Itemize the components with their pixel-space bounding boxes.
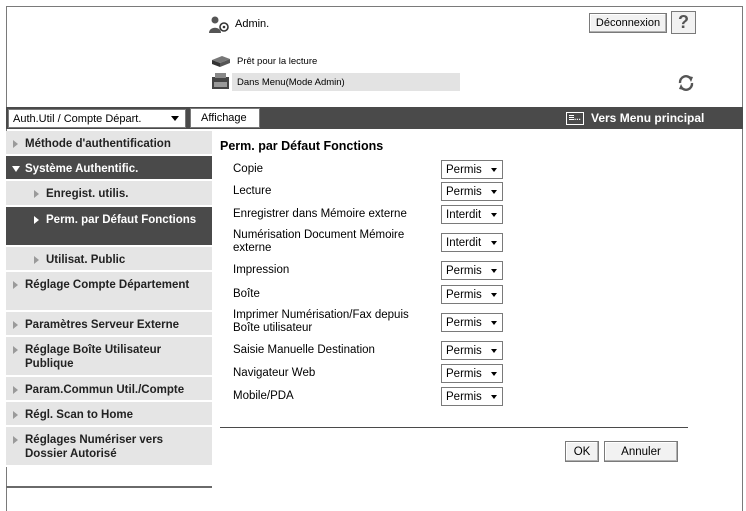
chevron-right-icon (13, 321, 18, 329)
chevron-down-icon (491, 241, 497, 245)
perm-label-scan-external-memory: Numérisation Document Mémoire externe (233, 229, 405, 254)
sidebar-item-label: Utilisat. Public (46, 254, 126, 266)
sidebar-item-scan-to-authorized-folder[interactable]: Réglages Numériser vers Dossier Autorisé (6, 427, 212, 467)
chevron-right-icon (13, 386, 18, 394)
chevron-right-icon (34, 216, 39, 224)
scanner-icon (209, 51, 233, 71)
sidebar-item-label: Paramètres Serveur Externe (25, 319, 180, 331)
sidebar-divider (6, 486, 212, 488)
chevron-down-icon (491, 213, 497, 217)
chevron-down-icon (171, 116, 179, 121)
perm-select-web-browser[interactable]: Permis (441, 364, 503, 383)
menu-status: Dans Menu(Mode Admin) (209, 72, 345, 92)
printer-icon (209, 72, 233, 92)
sidebar-item-label: Enregist. utilis. (46, 188, 129, 200)
perm-select-value: Permis (446, 288, 482, 301)
chevron-down-icon (491, 372, 497, 376)
menu-status-text: Dans Menu(Mode Admin) (237, 76, 345, 88)
sidebar-item-public-user[interactable]: Utilisat. Public (6, 247, 212, 272)
admin-indicator: Admin. (207, 14, 269, 34)
main-menu-icon (566, 111, 584, 125)
perm-label-print-scan-fax-box: Imprimer Numérisation/Fax depuis Boîte u… (233, 309, 409, 334)
logout-button[interactable]: Déconnexion (589, 13, 667, 33)
sidebar-item-account-track[interactable]: Réglage Compte Département (6, 272, 212, 312)
sidebar-item-label: Système Authentific. (25, 163, 139, 175)
content-divider (220, 427, 688, 428)
sidebar-item-label: Méthode d'authentification (25, 138, 171, 150)
sidebar-item-label: Réglage Boîte Utilisateur Publique (25, 344, 162, 370)
perm-select-scan-external-memory[interactable]: Interdit (441, 233, 503, 252)
ready-status-text: Prêt pour la lecture (237, 55, 318, 67)
perm-select-value: Interdit (446, 236, 482, 249)
perm-select-copy[interactable]: Permis (441, 160, 503, 179)
perm-select-mobile-pda[interactable]: Permis (441, 387, 503, 406)
perm-select-manual-destination[interactable]: Permis (441, 341, 503, 360)
chevron-right-icon (13, 140, 18, 148)
sidebar-item-label: Réglage Compte Département (25, 279, 190, 291)
perm-select-value: Interdit (446, 208, 482, 221)
sidebar-item-common-settings[interactable]: Param.Commun Util./Compte (6, 377, 212, 402)
main-menu-link[interactable]: Vers Menu principal (566, 108, 704, 128)
sidebar-item-auth-system[interactable]: Système Authentific. (6, 156, 212, 181)
chevron-down-icon (491, 168, 497, 172)
admin-label: Admin. (235, 18, 270, 30)
refresh-button[interactable] (675, 72, 696, 93)
sidebar-item-scan-to-home[interactable]: Régl. Scan to Home (6, 402, 212, 427)
cancel-button[interactable]: Annuler (604, 441, 678, 462)
ready-status: Prêt pour la lecture (209, 51, 317, 71)
chevron-down-icon (491, 395, 497, 399)
perm-select-print[interactable]: Permis (441, 261, 503, 280)
sidebar-item-label: Régl. Scan to Home (25, 409, 133, 421)
perm-select-value: Permis (446, 163, 482, 176)
sidebar-item-label: Perm. par Défaut Fonctions (46, 214, 197, 226)
perm-select-read[interactable]: Permis (441, 182, 503, 201)
auth-mode-select[interactable]: Auth.Util / Compte Départ. (8, 109, 186, 128)
sidebar-item-auth-method[interactable]: Méthode d'authentification (6, 131, 212, 156)
chevron-down-icon (491, 321, 497, 325)
chevron-down-icon (12, 166, 20, 172)
auth-mode-value: Auth.Util / Compte Départ. (13, 112, 142, 125)
perm-select-value: Permis (446, 316, 482, 329)
page-title: Perm. par Défaut Fonctions (220, 139, 384, 153)
perm-select-save-external-memory[interactable]: Interdit (441, 205, 503, 224)
affichage-button[interactable]: Affichage (190, 108, 260, 128)
ok-button[interactable]: OK (565, 441, 599, 462)
sidebar-item-default-function-permission[interactable]: Perm. par Défaut Fonctions (6, 207, 212, 247)
chevron-down-icon (491, 349, 497, 353)
chevron-down-icon (491, 269, 497, 273)
refresh-icon (678, 74, 693, 91)
sidebar-item-public-user-box[interactable]: Réglage Boîte Utilisateur Publique (6, 337, 212, 377)
chevron-right-icon (13, 411, 18, 419)
perm-select-value: Permis (446, 367, 482, 380)
chevron-right-icon (13, 436, 18, 444)
chevron-down-icon (491, 293, 497, 297)
sidebar-item-external-server[interactable]: Paramètres Serveur Externe (6, 312, 212, 337)
perm-select-value: Permis (446, 344, 482, 357)
perm-select-value: Permis (446, 264, 482, 277)
chevron-right-icon (34, 256, 39, 264)
main-menu-label: Vers Menu principal (591, 111, 705, 125)
chevron-right-icon (13, 346, 18, 354)
perm-select-value: Permis (446, 390, 482, 403)
chevron-down-icon (491, 190, 497, 194)
sidebar-item-label: Réglages Numériser vers Dossier Autorisé (25, 434, 164, 460)
sidebar-item-user-registration[interactable]: Enregist. utilis. (6, 181, 212, 207)
chevron-right-icon (34, 190, 39, 198)
sidebar-item-label: Param.Commun Util./Compte (25, 384, 185, 396)
help-button[interactable]: ? (671, 11, 696, 34)
perm-select-box[interactable]: Permis (441, 285, 503, 304)
perm-select-value: Permis (446, 185, 482, 198)
admin-user-icon (207, 14, 231, 34)
sidebar: Méthode d'authentification Système Authe… (6, 131, 212, 467)
perm-select-print-scan-fax-box[interactable]: Permis (441, 313, 503, 332)
chevron-right-icon (13, 281, 18, 289)
